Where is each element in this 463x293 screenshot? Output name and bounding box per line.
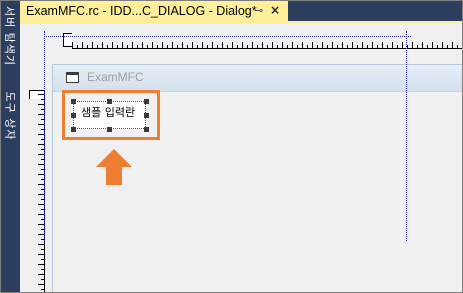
resize-handle-sw[interactable] <box>71 127 76 132</box>
margin-guide-left <box>44 31 45 241</box>
vertical-ruler[interactable] <box>30 94 45 292</box>
margin-guide-right <box>406 31 407 241</box>
active-document-tab[interactable]: ExamMFC.rc - IDD...C_DIALOG - Dialog* ⊸ … <box>20 1 288 21</box>
resize-handle-n[interactable] <box>107 99 112 104</box>
margin-guide-top <box>44 36 411 37</box>
visual-studio-resource-editor: 서버 탐색기 도구 상자 ExamMFC.rc - IDD...C_DIALOG… <box>0 0 463 293</box>
dialog-title: ExamMFC <box>87 70 144 84</box>
server-explorer-tab[interactable]: 서버 탐색기 <box>1 1 20 71</box>
up-arrow-icon <box>96 149 132 185</box>
resize-handle-se[interactable] <box>144 127 149 132</box>
resize-handle-nw[interactable] <box>71 99 76 104</box>
close-icon[interactable]: × <box>270 3 280 17</box>
pin-icon[interactable]: ⊸ <box>254 4 263 17</box>
static-text-control[interactable]: 샘플 입력란 <box>73 101 146 129</box>
document-tab-bar: ExamMFC.rc - IDD...C_DIALOG - Dialog* ⊸ … <box>20 1 462 21</box>
dialog-editor-surface[interactable]: ExamMFC <box>20 24 462 292</box>
static-text-label: 샘플 입력란 <box>81 106 136 119</box>
document-tab-title: ExamMFC.rc - IDD...C_DIALOG - Dialog* <box>26 4 257 18</box>
server-explorer-tab-label: 서버 탐색기 <box>3 5 17 67</box>
dialog-titlebar: ExamMFC <box>53 65 462 92</box>
resize-handle-e[interactable] <box>144 113 149 118</box>
resize-handle-w[interactable] <box>71 113 76 118</box>
toolbox-tab[interactable]: 도구 상자 <box>1 81 20 151</box>
resize-handle-ne[interactable] <box>144 99 149 104</box>
resize-handle-s[interactable] <box>107 127 112 132</box>
toolbox-tab-label: 도구 상자 <box>3 91 17 141</box>
window-icon <box>66 72 79 83</box>
left-dock-strip: 서버 탐색기 도구 상자 <box>1 1 20 292</box>
